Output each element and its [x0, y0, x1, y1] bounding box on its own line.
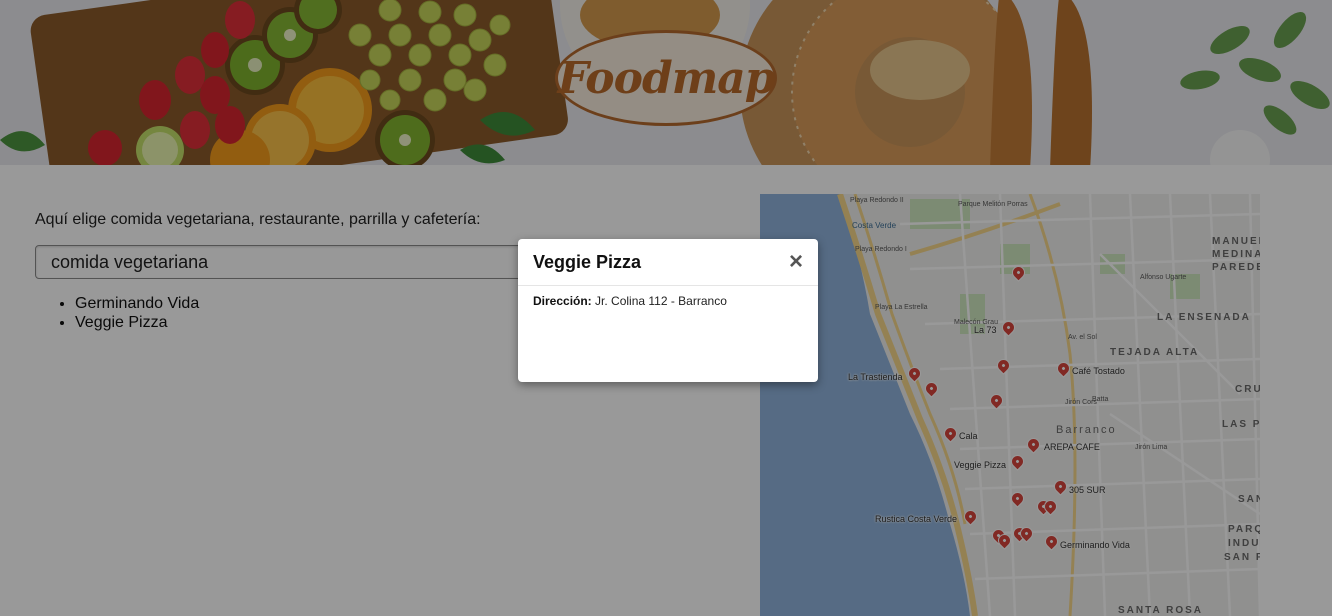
- close-icon[interactable]: ×: [789, 250, 803, 274]
- address-label: Dirección:: [533, 294, 592, 308]
- modal-header: Veggie Pizza ×: [518, 239, 818, 286]
- modal-title: Veggie Pizza: [533, 251, 642, 272]
- modal-body: Dirección: Jr. Colina 112 - Barranco: [518, 286, 818, 316]
- address-value: Jr. Colina 112 - Barranco: [595, 294, 727, 308]
- restaurant-modal: Veggie Pizza × Dirección: Jr. Colina 112…: [518, 239, 818, 382]
